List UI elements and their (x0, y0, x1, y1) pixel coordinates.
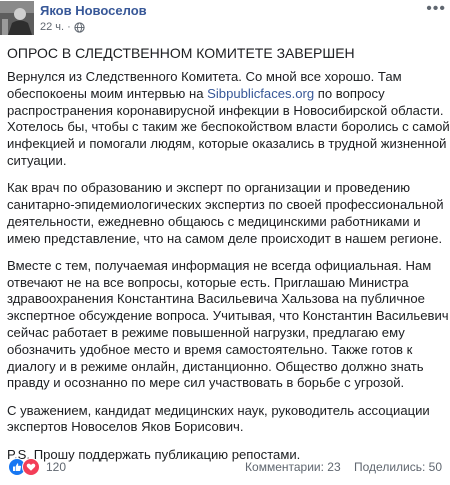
post-title: ОПРОС В СЛЕДСТВЕННОМ КОМИТЕТЕ ЗАВЕРШЕН (7, 45, 355, 61)
post-text: правду и осознанно по мере сил участвова… (7, 375, 405, 391)
post-header: Яков Новоселов 22 ч. · ••• (0, 0, 450, 40)
post-text: распространения коронавирусной инфекции … (7, 102, 444, 118)
avatar-photo (0, 1, 34, 35)
post-text: имею представление, что на самом деле пр… (7, 230, 443, 246)
post-text: инфекцией и помогали людям, которые оказ… (7, 136, 447, 152)
post-time[interactable]: 22 ч. (40, 21, 64, 33)
post-text: Как врач по образованию и эксперт по орг… (7, 180, 411, 196)
meta-separator: · (67, 21, 71, 33)
post-text: сейчас работает в режиме повышенной нагр… (7, 324, 405, 340)
post-text: Вернулся из Следственного Комитета. Со м… (7, 69, 402, 84)
post-text: С уважением, кандидат медицинских наук, … (7, 402, 430, 418)
shares-count[interactable]: Поделились: 50 (354, 460, 442, 474)
reaction-count: 120 (46, 460, 67, 474)
post-link[interactable]: Sibpublicfaces.org (207, 86, 314, 101)
post-text: ситуации. (7, 152, 67, 168)
post-paragraph: Вместе с тем, получаемая информация не в… (7, 257, 449, 392)
post-text: экспертное обсуждение вопроса. Учитывая,… (7, 308, 449, 324)
post-text: Хотелось бы, чтобы с таким же беспокойст… (7, 119, 450, 135)
love-icon (22, 458, 40, 476)
post-text: обеспокоены моим интервью на (7, 85, 208, 101)
post-text: Вместе с тем, получаемая информация не в… (7, 257, 432, 273)
post-footer: 120 Комментарии: 23 Поделились: 50 (0, 455, 450, 481)
author-avatar[interactable] (0, 1, 34, 35)
post-paragraph: С уважением, кандидат медицинских наук, … (7, 403, 447, 437)
author-name[interactable]: Яков Новоселов (40, 3, 147, 18)
post-text: диалогу и в режиме онлайн, дистанционно.… (7, 358, 424, 374)
post-stats: Комментарии: 23 Поделились: 50 (245, 460, 442, 474)
post-paragraph: Как врач по образованию и эксперт по орг… (7, 180, 447, 247)
post-text: здравоохранения Константина Васильевича … (7, 291, 425, 307)
post-text: отвечают не на все вопросы, которые есть… (7, 274, 409, 290)
reactions[interactable]: 120 (8, 458, 66, 476)
post-text: по вопросу (314, 85, 385, 101)
comments-count[interactable]: Комментарии: 23 (245, 460, 341, 474)
facebook-post: Яков Новоселов 22 ч. · ••• ОПРОС В СЛЕДС… (0, 0, 450, 485)
post-text: деятельности, ежедневно общаюсь с медици… (7, 213, 421, 229)
post-meta: 22 ч. · (40, 21, 85, 33)
post-text: экспертов Новоселов Яков Борисович. (7, 419, 244, 435)
post-text: обозначить удобное место и время самосто… (7, 341, 413, 357)
more-options-icon[interactable]: ••• (426, 1, 446, 17)
post-text: санитарно-эпидемиологических экспертиз п… (7, 196, 444, 212)
post-body: Вернулся из Следственного Комитета. Со м… (7, 69, 450, 474)
globe-icon (74, 21, 85, 33)
post-paragraph: Вернулся из Следственного Комитета. Со м… (7, 69, 450, 170)
